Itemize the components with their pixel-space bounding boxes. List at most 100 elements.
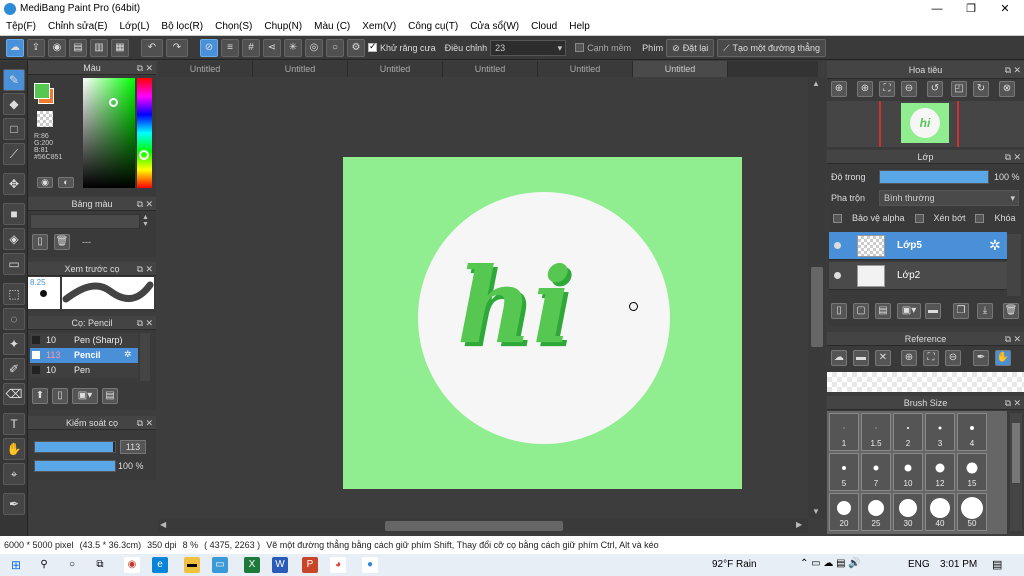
brush-size-value[interactable]: 113 xyxy=(120,440,146,454)
menu-snap[interactable]: Chụp(N) xyxy=(264,21,302,32)
brush-size-cell[interactable]: 12 xyxy=(925,453,955,491)
brush-opacity-slider[interactable] xyxy=(34,460,116,472)
maximize-button[interactable]: ❐ xyxy=(954,0,988,18)
perspective-snap-icon[interactable]: ✳ xyxy=(284,38,302,57)
app-icon-1[interactable]: ◉ xyxy=(124,557,140,573)
clipping-checkbox[interactable] xyxy=(914,213,924,223)
brush-size-cell[interactable]: 1.5 xyxy=(861,413,891,451)
powerpoint-icon[interactable]: P xyxy=(302,557,318,573)
close-icon[interactable]: ✕ xyxy=(145,316,153,330)
select-tool-icon[interactable]: ⬚ xyxy=(3,283,25,305)
gear-icon[interactable]: ✲ xyxy=(989,237,1001,254)
new-halftone-layer-icon[interactable]: ▤ xyxy=(875,303,891,319)
frame-icon[interactable]: ▥ xyxy=(90,38,108,57)
folder-icon[interactable]: ▬ xyxy=(925,303,941,319)
clock[interactable]: 3:01 PM xyxy=(940,559,977,570)
float-icon[interactable]: ⧉ xyxy=(1005,396,1011,410)
brush-size-cell[interactable]: 15 xyxy=(957,453,987,491)
cloud-upload-icon[interactable]: ☁ xyxy=(831,350,847,366)
palette-spinner[interactable]: ▲ ▼ xyxy=(142,214,152,229)
cortana-icon[interactable]: ○ xyxy=(64,557,80,573)
float-icon[interactable]: ⧉ xyxy=(1005,150,1011,164)
brush-size-cell[interactable]: 10 xyxy=(893,453,923,491)
layer-row[interactable]: Lớp2 xyxy=(829,262,1007,290)
settings-icon[interactable]: ⚙ xyxy=(347,38,365,57)
blend-mode-select[interactable]: Bình thường ▾ xyxy=(879,190,1019,206)
brush-size-cell[interactable]: 20 xyxy=(829,493,859,531)
excel-icon[interactable]: X xyxy=(244,557,260,573)
eraser-tool-icon[interactable]: ◆ xyxy=(3,93,25,115)
correction-select[interactable]: 23 ▾ xyxy=(490,39,567,56)
brush-size-cell[interactable]: 1 xyxy=(829,413,859,451)
primary-color-swatch[interactable] xyxy=(34,83,50,99)
windows-start-icon[interactable]: ⊞ xyxy=(8,557,24,573)
menu-select[interactable]: Chọn(S) xyxy=(215,21,252,32)
soft-edge-checkbox[interactable] xyxy=(575,43,585,52)
brush-size-cell[interactable]: 30 xyxy=(893,493,923,531)
tab-untitled[interactable]: Untitled xyxy=(253,61,348,77)
layer-add-menu-icon[interactable]: ▣▾ xyxy=(897,303,921,319)
brush-settings-icon[interactable]: ▤ xyxy=(102,388,118,404)
tab-untitled[interactable]: Untitled xyxy=(443,61,538,77)
comic-icon[interactable]: ▤ xyxy=(69,38,87,57)
layer-list-scrollbar[interactable] xyxy=(1007,234,1021,296)
layer-row-selected[interactable]: Lớp5 ✲ xyxy=(829,232,1007,260)
export-icon[interactable]: ⇪ xyxy=(27,38,45,57)
brush-item[interactable]: 10 Pen (Sharp) xyxy=(30,333,138,348)
panel-icon[interactable]: ▦ xyxy=(111,38,129,57)
move-tool-icon[interactable]: ✥ xyxy=(3,173,25,195)
menu-layer[interactable]: Lớp(L) xyxy=(120,21,150,32)
task-view-icon[interactable]: ⧉ xyxy=(92,557,108,573)
close-icon[interactable]: ✕ xyxy=(1013,332,1021,346)
brush-size-cell[interactable]: 7 xyxy=(861,453,891,491)
open-file-icon[interactable]: ▬ xyxy=(853,350,869,366)
zoom-in-icon[interactable]: ⊕ xyxy=(831,81,847,97)
zoom-out-icon[interactable]: ⊖ xyxy=(901,81,917,97)
new-palette-icon[interactable]: ▯ xyxy=(32,234,48,250)
rotate-right-icon[interactable]: ↻ xyxy=(973,81,989,97)
layer-opacity-slider[interactable] xyxy=(879,170,989,184)
new-layer-icon[interactable]: ▯ xyxy=(831,303,847,319)
fill-rect-tool-icon[interactable]: ■ xyxy=(3,203,25,225)
zoom-in-alt-icon[interactable]: ⊕ xyxy=(857,81,873,97)
menu-color[interactable]: Màu (C) xyxy=(314,21,350,32)
fit-icon[interactable]: ⛶ xyxy=(879,81,895,97)
brush-menu-icon[interactable]: ▣▾ xyxy=(72,388,98,404)
scroll-left-icon[interactable]: ◀ xyxy=(160,520,166,529)
duplicate-layer-icon[interactable]: ❐ xyxy=(953,303,969,319)
minimize-button[interactable]: — xyxy=(920,0,954,18)
gear-icon[interactable]: ✲ xyxy=(124,349,132,360)
new-brush-icon[interactable]: ▯ xyxy=(52,388,68,404)
menu-help[interactable]: Help xyxy=(569,21,590,32)
reset-button[interactable]: ⊘ Đặt lại xyxy=(666,38,715,57)
photos-icon[interactable]: ▭ xyxy=(212,557,228,573)
close-icon[interactable]: ✕ xyxy=(145,416,153,430)
parallel-snap-icon[interactable]: ≡ xyxy=(221,38,239,57)
brush-list-scrollbar[interactable] xyxy=(140,333,150,381)
search-icon[interactable]: ⚲ xyxy=(36,557,52,573)
menu-filter[interactable]: Bộ lọc(R) xyxy=(161,21,203,32)
scroll-down-icon[interactable]: ▼ xyxy=(812,507,820,516)
float-icon[interactable]: ⧉ xyxy=(137,316,143,330)
close-reference-icon[interactable]: ✕ xyxy=(875,350,891,366)
close-icon[interactable]: ✕ xyxy=(1013,396,1021,410)
tray-icons[interactable]: ⌃ ▭ ☁ ▤ 🔊 xyxy=(800,558,861,569)
fullscreen-icon[interactable]: ◰ xyxy=(951,81,967,97)
antialias-checkbox[interactable] xyxy=(368,41,377,52)
rectangle-tool-icon[interactable]: □ xyxy=(3,118,25,140)
hand-icon[interactable]: ✋ xyxy=(995,350,1011,366)
brush-tool-icon[interactable]: ✎ xyxy=(3,69,25,91)
palette-select[interactable] xyxy=(30,214,140,229)
merge-layer-icon[interactable]: ⤓ xyxy=(977,303,993,319)
close-icon[interactable]: ✕ xyxy=(145,262,153,276)
line-tool-icon[interactable]: ⟋ xyxy=(3,143,25,165)
eye-icon[interactable] xyxy=(834,272,841,279)
float-icon[interactable]: ⧉ xyxy=(1005,332,1011,346)
bucket-tool-icon[interactable]: ◈ xyxy=(3,228,25,250)
hue-slider[interactable] xyxy=(137,78,152,188)
brush-size-cell[interactable]: 40 xyxy=(925,493,955,531)
menu-cloud[interactable]: Cloud xyxy=(531,21,557,32)
scroll-right-icon[interactable]: ▶ xyxy=(796,520,802,529)
swap-color-icon[interactable]: ◐ xyxy=(58,177,74,188)
notification-icon[interactable]: ▤ xyxy=(992,558,1002,571)
